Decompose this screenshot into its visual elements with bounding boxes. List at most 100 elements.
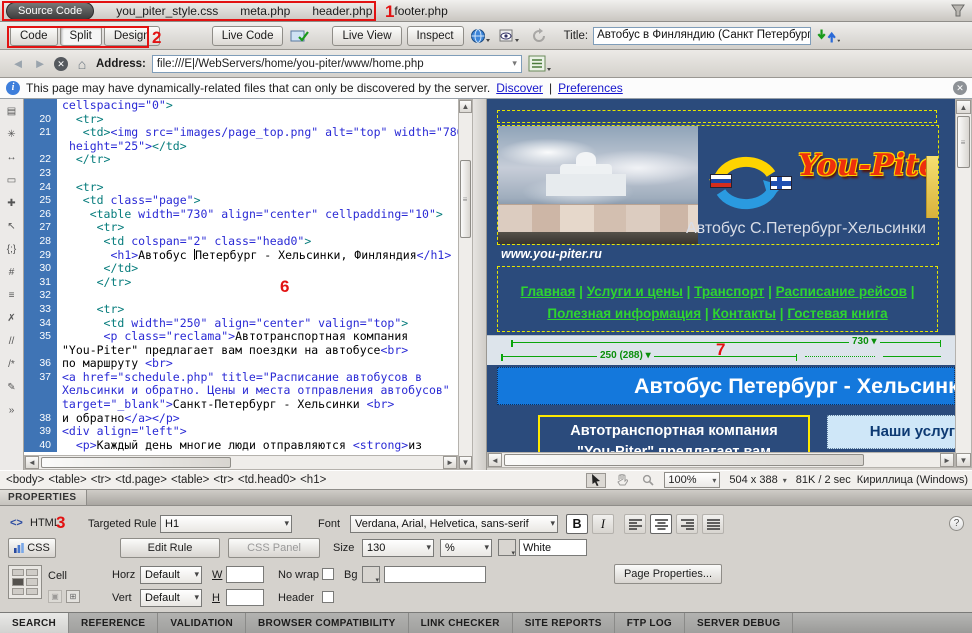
design-menu-link[interactable]: Услуги и цены bbox=[587, 284, 683, 299]
tag-selector-item[interactable]: <table> bbox=[48, 474, 86, 486]
zoom-tool-icon[interactable] bbox=[638, 473, 658, 488]
scroll-left-icon[interactable]: ◄ bbox=[488, 453, 502, 467]
size-dropdown[interactable]: 130 ▾ bbox=[362, 539, 434, 557]
scroll-left-icon[interactable]: ◄ bbox=[25, 456, 39, 469]
design-menu-cell[interactable]: Главная | Услуги и цены | Транспорт | Ра… bbox=[497, 266, 938, 332]
results-tab-search[interactable]: SEARCH bbox=[0, 613, 69, 633]
open-documents-icon[interactable]: ▤ bbox=[7, 107, 16, 117]
bold-button[interactable]: B bbox=[566, 514, 588, 534]
edit-rule-button[interactable]: Edit Rule bbox=[120, 538, 220, 558]
design-page-top-row[interactable] bbox=[497, 110, 937, 123]
scroll-right-icon[interactable]: ► bbox=[443, 456, 457, 469]
design-scroll-thumb[interactable]: ≡ bbox=[957, 116, 970, 168]
scroll-up-icon[interactable]: ▲ bbox=[956, 100, 971, 114]
collapse-full-tag-icon[interactable]: ↔ bbox=[7, 153, 17, 163]
table-width-bar-250[interactable]: 250 (288) ▾ bbox=[501, 356, 797, 357]
design-menu-link[interactable]: Транспорт bbox=[694, 284, 764, 299]
address-input[interactable]: file:///E|/WebServers/home/you-piter/www… bbox=[152, 55, 522, 73]
code-vertical-scrollbar[interactable]: ▲ ≡ ▼ bbox=[458, 99, 473, 470]
select-parent-tag-icon[interactable]: ↖ bbox=[7, 222, 15, 232]
text-color-swatch[interactable] bbox=[498, 539, 516, 556]
scroll-up-icon[interactable]: ▲ bbox=[459, 100, 472, 113]
design-menu-link[interactable]: Гостевая книга bbox=[787, 306, 887, 321]
width-input[interactable] bbox=[226, 566, 264, 583]
size-unit-dropdown[interactable]: % ▾ bbox=[440, 539, 492, 557]
tag-selector-item[interactable]: <tr> bbox=[91, 474, 111, 486]
title-input[interactable]: Автобус в Финляндию (Санкт Петербург - Х… bbox=[593, 27, 811, 45]
properties-tab[interactable]: PROPERTIES bbox=[0, 490, 87, 505]
align-right-button[interactable] bbox=[676, 514, 698, 534]
scroll-down-icon[interactable]: ▼ bbox=[956, 453, 971, 467]
results-tab-server-debug[interactable]: SERVER DEBUG bbox=[685, 613, 793, 633]
hand-tool-icon[interactable] bbox=[612, 473, 632, 488]
preferences-link[interactable]: Preferences bbox=[558, 81, 623, 95]
inspect-button[interactable]: Inspect bbox=[407, 26, 464, 46]
text-color-input[interactable]: White bbox=[519, 539, 587, 556]
live-view-button[interactable]: Live View bbox=[332, 26, 401, 46]
design-menu-link[interactable]: Полезная информация bbox=[547, 306, 701, 321]
discover-link[interactable]: Discover bbox=[496, 81, 543, 95]
results-tab-link-checker[interactable]: LINK CHECKER bbox=[409, 613, 513, 633]
horz-dropdown[interactable]: Default ▾ bbox=[140, 566, 202, 584]
check-page-icon[interactable] bbox=[288, 26, 312, 46]
design-horizontal-scrollbar[interactable]: ◄ ► bbox=[487, 452, 955, 468]
results-tab-validation[interactable]: VALIDATION bbox=[158, 613, 246, 633]
page-properties-button[interactable]: Page Properties... bbox=[614, 564, 722, 584]
home-icon[interactable]: ⌂ bbox=[74, 56, 90, 72]
results-tab-reference[interactable]: REFERENCE bbox=[69, 613, 158, 633]
close-info-bar-icon[interactable]: ✕ bbox=[953, 81, 967, 95]
vert-dropdown[interactable]: Default ▾ bbox=[140, 589, 202, 607]
code-scroll-thumb[interactable]: ≡ bbox=[460, 160, 471, 238]
design-header-image[interactable]: You-Piter Автобус С.Петербург-Хельсинки bbox=[497, 125, 939, 245]
related-file-tab[interactable]: footer.php bbox=[394, 4, 447, 18]
collapse-selection-icon[interactable]: ▭ bbox=[7, 176, 16, 186]
line-numbers-icon[interactable]: # bbox=[9, 268, 15, 278]
guide-dropdown-arrow-icon[interactable]: ▾ bbox=[646, 350, 651, 361]
align-center-button[interactable] bbox=[650, 514, 672, 534]
tag-selector-item[interactable]: <body> bbox=[6, 474, 44, 486]
guide-dropdown-arrow-icon[interactable]: ▾ bbox=[871, 336, 876, 347]
align-justify-button[interactable] bbox=[702, 514, 724, 534]
bg-color-swatch[interactable] bbox=[362, 566, 380, 583]
tag-selector-item[interactable]: <tr> bbox=[213, 474, 233, 486]
design-menu-link[interactable]: Расписание рейсов bbox=[776, 284, 907, 299]
code-editor[interactable]: cellspacing="0">20 <tr>21 <td><img src="… bbox=[24, 99, 458, 455]
visual-aids-icon[interactable] bbox=[498, 26, 522, 46]
nowrap-checkbox[interactable] bbox=[322, 568, 334, 580]
list-view-icon[interactable] bbox=[528, 54, 552, 74]
results-tab-browser-compatibility[interactable]: BROWSER COMPATIBILITY bbox=[246, 613, 409, 633]
code-hscroll-thumb[interactable] bbox=[41, 457, 231, 468]
split-cell-icon[interactable]: ⊞ bbox=[66, 590, 80, 603]
back-icon[interactable]: ◄ bbox=[10, 56, 26, 71]
help-icon[interactable]: ? bbox=[949, 516, 964, 531]
bg-color-input[interactable] bbox=[384, 566, 486, 583]
preview-in-browser-icon[interactable] bbox=[469, 26, 493, 46]
file-get-put-icons[interactable] bbox=[816, 26, 840, 46]
more-icons-chevron[interactable]: » bbox=[9, 406, 15, 416]
css-panel-button[interactable]: CSS Panel bbox=[228, 538, 320, 558]
merge-cells-icon[interactable]: ▣ bbox=[48, 590, 62, 603]
select-tool-icon[interactable] bbox=[586, 473, 606, 488]
wrap-tag-icon[interactable]: ✎ bbox=[7, 383, 15, 393]
header-checkbox[interactable] bbox=[322, 591, 334, 603]
tag-selector-item[interactable]: <td.head0> bbox=[238, 474, 296, 486]
live-code-button[interactable]: Live Code bbox=[212, 26, 284, 46]
syntax-error-alerts-icon[interactable]: ✗ bbox=[7, 314, 15, 324]
forward-icon[interactable]: ► bbox=[32, 56, 48, 71]
services-header-cell[interactable]: Наши услуги bbox=[827, 415, 955, 449]
design-menu-link[interactable]: Главная bbox=[521, 284, 576, 299]
tag-selector-item[interactable]: <table> bbox=[171, 474, 209, 486]
apply-comment-icon[interactable]: // bbox=[9, 337, 15, 347]
design-hscroll-thumb[interactable] bbox=[504, 454, 864, 466]
design-view[interactable]: You-Piter Автобус С.Петербург-Хельсинки … bbox=[487, 99, 955, 452]
italic-button[interactable]: I bbox=[592, 514, 614, 534]
design-page-banner[interactable]: Автобус Петербург - Хельсинки bbox=[497, 367, 955, 405]
tag-selector-item[interactable]: <td.page> bbox=[115, 474, 167, 486]
code-horizontal-scrollbar[interactable]: ◄ ► bbox=[24, 455, 458, 470]
address-dropdown-arrow-icon[interactable]: ▾ bbox=[512, 58, 517, 69]
css-mode-button[interactable]: CSS bbox=[8, 538, 56, 558]
tag-selector-item[interactable]: <h1> bbox=[300, 474, 326, 486]
design-menu-link[interactable]: Контакты bbox=[712, 306, 776, 321]
height-input[interactable] bbox=[226, 589, 264, 606]
window-size-combo[interactable]: 504 x 388 ▾ bbox=[726, 472, 789, 488]
